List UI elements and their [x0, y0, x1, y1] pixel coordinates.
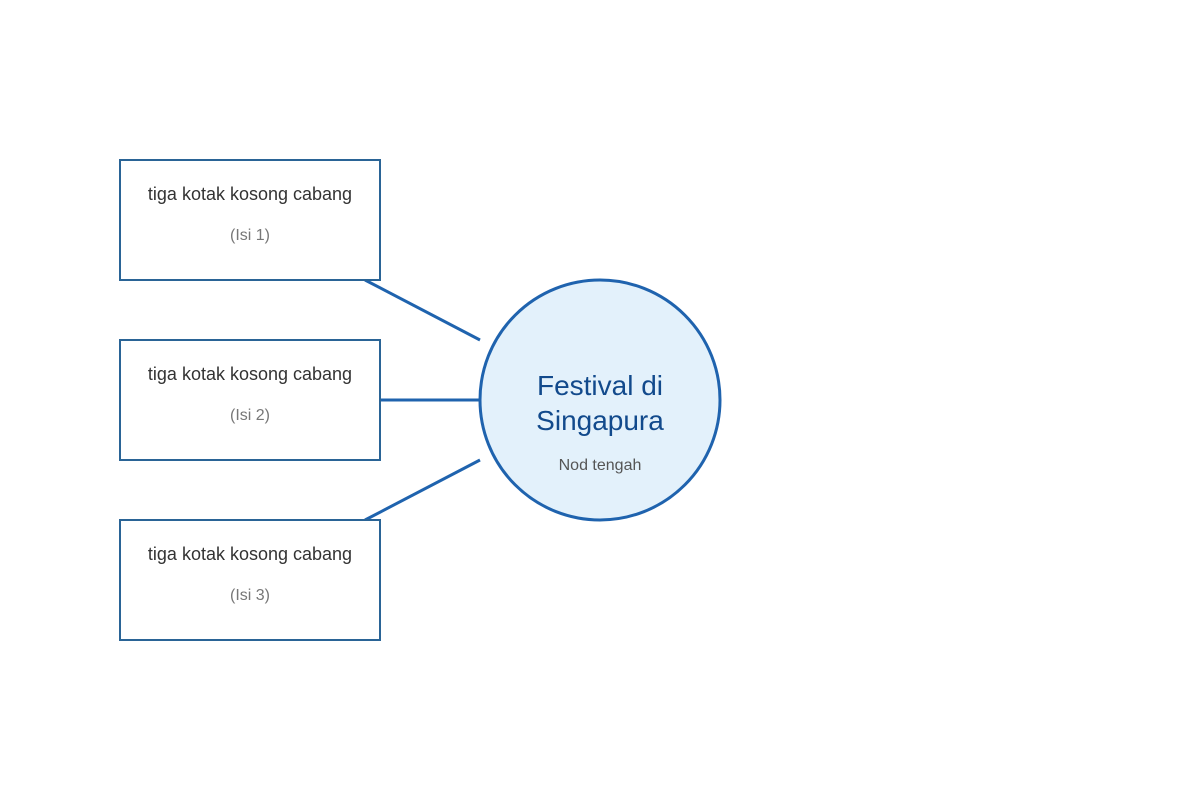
branch-box-2: tiga kotak kosong cabang (Isi 2)	[119, 339, 381, 461]
branch-3-title: tiga kotak kosong cabang	[148, 544, 352, 564]
branch-box-2-frame	[119, 339, 381, 461]
branch-1-subtitle: (Isi 1)	[230, 227, 270, 244]
center-node: Festival di Singapura Nod tengah	[478, 278, 722, 522]
branch-1-title: tiga kotak kosong cabang	[148, 184, 352, 204]
center-title-line2: Singapura	[536, 405, 664, 436]
branch-2-title: tiga kotak kosong cabang	[148, 364, 352, 384]
branch-box-3: tiga kotak kosong cabang (Isi 3)	[119, 519, 381, 641]
connector-3	[364, 458, 481, 522]
connector-1	[364, 278, 481, 342]
branch-2-subtitle: (Isi 2)	[230, 407, 270, 424]
branch-box-3-frame	[119, 519, 381, 641]
branch-box-1: tiga kotak kosong cabang (Isi 1)	[119, 159, 381, 281]
mind-map-diagram: tiga kotak kosong cabang (Isi 1) tiga ko…	[119, 159, 722, 641]
center-title-line1: Festival di	[537, 370, 663, 401]
center-subtitle: Nod tengah	[559, 457, 642, 474]
branch-box-1-frame	[119, 159, 381, 281]
branch-3-subtitle: (Isi 3)	[230, 587, 270, 604]
